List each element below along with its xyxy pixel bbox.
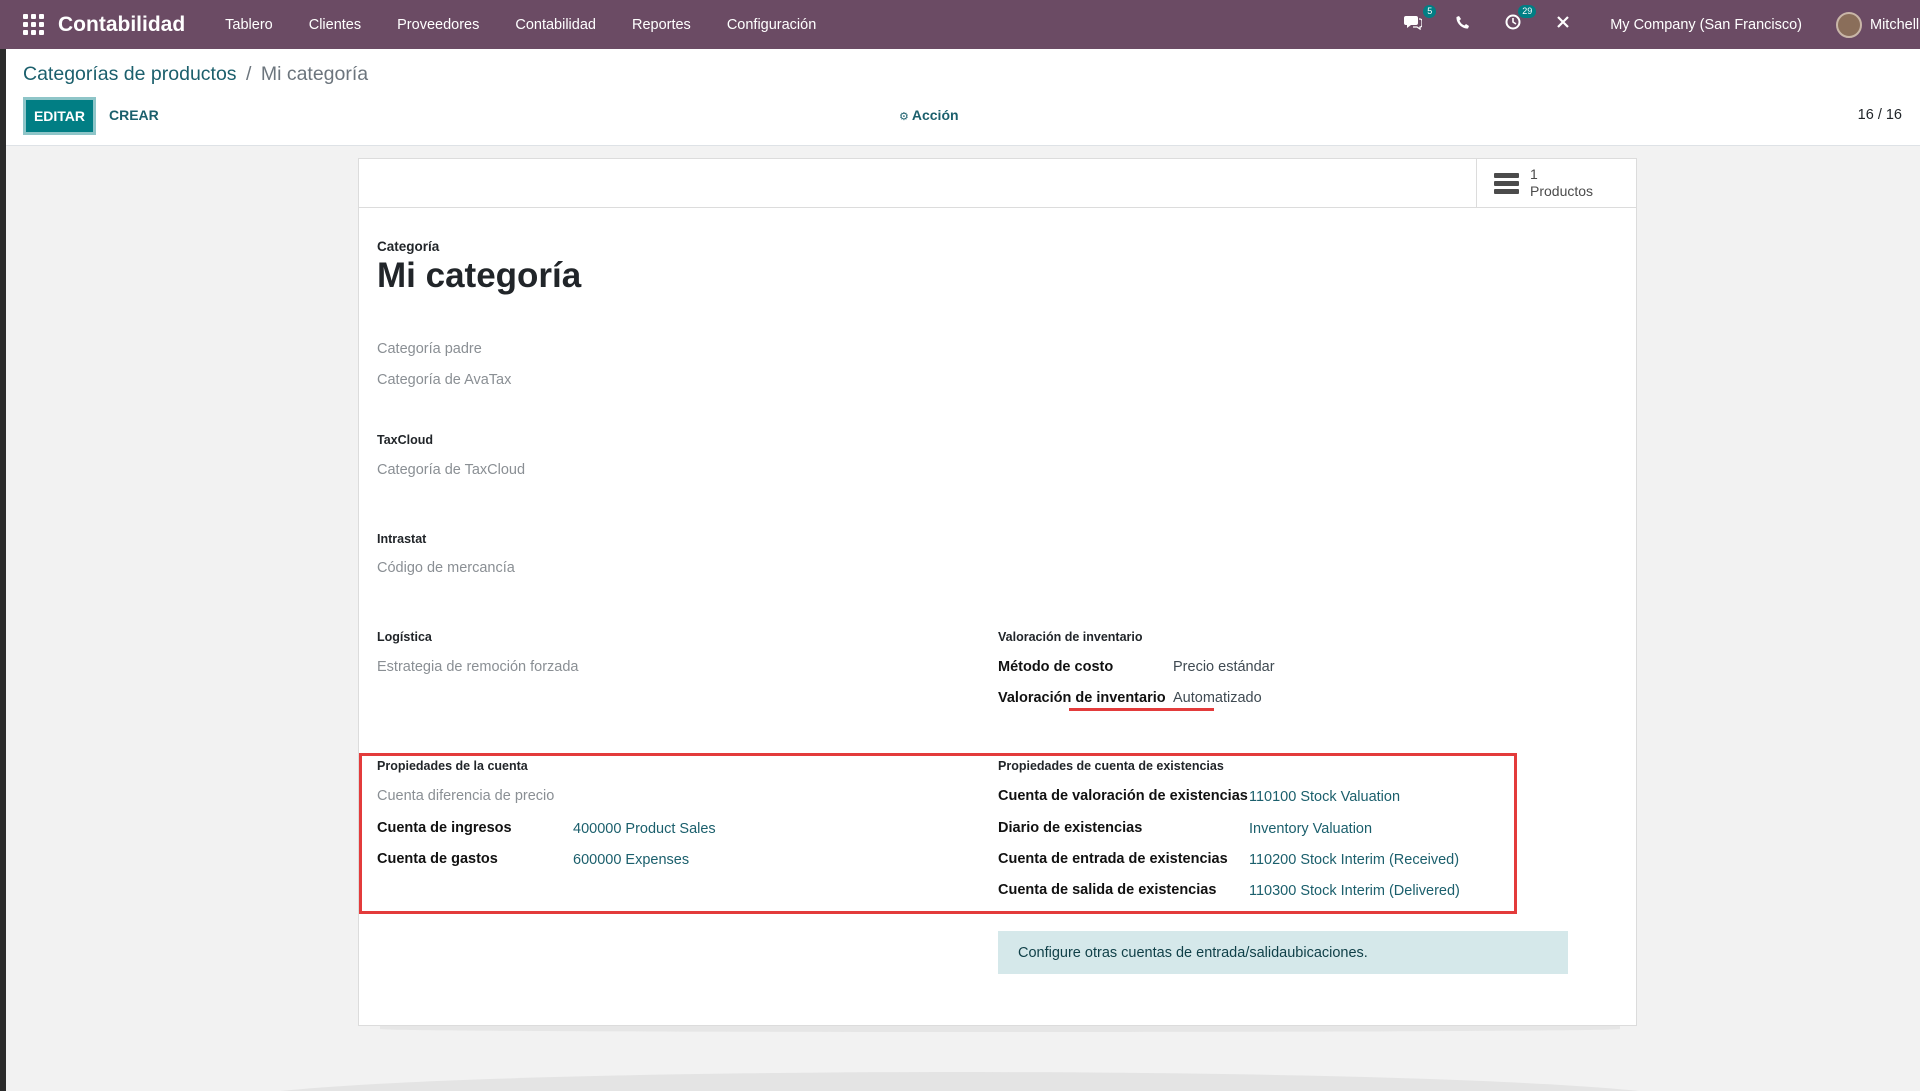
category-label: Categoría — [377, 239, 440, 254]
stock-valuation-account-value[interactable]: 110100 Stock Valuation — [1249, 789, 1400, 805]
company-switcher[interactable]: My Company (San Francisco) — [1610, 17, 1802, 33]
menu-contabilidad[interactable]: Contabilidad — [515, 17, 596, 33]
chat-icon[interactable]: 5 — [1402, 5, 1437, 35]
action-dropdown[interactable]: ⚙ Acción — [899, 107, 959, 123]
menu-clientes[interactable]: Clientes — [309, 17, 361, 33]
menu-proveedores[interactable]: Proveedores — [397, 17, 479, 33]
removal-strategy-field: Estrategia de remoción forzada — [377, 659, 579, 675]
cost-method-value: Precio estándar — [1173, 659, 1275, 675]
breadcrumb-parent[interactable]: Categorías de productos — [23, 63, 237, 85]
sheet-shadow — [380, 1026, 1620, 1032]
cost-method-label: Método de costo — [998, 659, 1114, 675]
products-label: Productos — [1530, 183, 1594, 199]
income-account-value[interactable]: 400000 Product Sales — [573, 821, 716, 837]
stock-valuation-account-label: Cuenta de valoración de existencias — [998, 788, 1248, 804]
products-stat-button[interactable]: 1 Productos — [1476, 159, 1636, 207]
breadcrumb: Categorías de productos / Mi categoría — [23, 63, 368, 86]
app-name[interactable]: Contabilidad — [58, 13, 185, 37]
edit-button[interactable]: EDITAR — [23, 97, 96, 135]
phone-icon[interactable] — [1452, 15, 1474, 34]
breadcrumb-separator: / — [245, 63, 252, 85]
valuation-title: Valoración de inventario — [998, 630, 1143, 644]
stock-output-account-value[interactable]: 110300 Stock Interim (Delivered) — [1249, 883, 1460, 899]
expense-account-label: Cuenta de gastos — [377, 851, 498, 867]
income-account-label: Cuenta de ingresos — [377, 820, 512, 836]
user-menu[interactable]: Mitchell Admin — [1870, 17, 1920, 33]
products-stat-text: 1 Productos — [1530, 166, 1593, 200]
inventory-valuation-value: Automatizado — [1173, 690, 1262, 706]
taxcloud-category-field: Categoría de TaxCloud — [377, 462, 526, 478]
parent-category-field: Categoría padre — [377, 341, 482, 357]
close-icon[interactable] — [1552, 15, 1574, 34]
pager[interactable]: 16 / 16 — [1858, 107, 1902, 123]
commodity-code-field: Código de mercancía — [377, 560, 515, 576]
navbar-right: 5 29 My Company (San Francisco) Mitchell… — [1388, 0, 1920, 49]
intrastat-title: Intrastat — [377, 532, 427, 546]
stock-output-account-label: Cuenta de salida de existencias — [998, 882, 1217, 898]
avatax-category-field: Categoría de AvaTax — [377, 372, 512, 388]
stock-input-account-label: Cuenta de entrada de existencias — [998, 851, 1228, 867]
window-left-edge — [0, 0, 6, 1091]
expense-account-value[interactable]: 600000 Expenses — [573, 852, 689, 868]
button-box: 1 Productos — [359, 159, 1636, 208]
gear-icon: ⚙ — [899, 111, 909, 123]
background-curve — [230, 1072, 1690, 1091]
create-button[interactable]: CREAR — [109, 107, 159, 123]
highlight-underline — [1069, 708, 1214, 711]
products-count: 1 — [1530, 166, 1538, 182]
configure-accounts-alert: Configure otras cuentas de entrada/salid… — [998, 931, 1568, 974]
menu-reportes[interactable]: Reportes — [632, 17, 691, 33]
apps-grid-icon[interactable] — [22, 14, 44, 36]
taxcloud-title: TaxCloud — [377, 433, 434, 447]
messages-badge: 5 — [1423, 5, 1437, 18]
menu-tablero[interactable]: Tablero — [225, 17, 273, 33]
activity-badge: 29 — [1518, 5, 1537, 18]
stock-journal-label: Diario de existencias — [998, 820, 1143, 836]
stock-input-account-value[interactable]: 110200 Stock Interim (Received) — [1249, 852, 1459, 868]
price-diff-account-field: Cuenta diferencia de precio — [377, 788, 555, 804]
inventory-valuation-label: Valoración de inventario — [998, 690, 1166, 706]
control-panel: Categorías de productos / Mi categoría E… — [6, 49, 1920, 146]
stock-props-title: Propiedades de cuenta de existencias — [998, 759, 1224, 773]
list-icon — [1494, 172, 1519, 194]
breadcrumb-current: Mi categoría — [260, 63, 369, 85]
stock-journal-value[interactable]: Inventory Valuation — [1249, 821, 1372, 837]
logistics-title: Logística — [377, 630, 432, 644]
user-avatar[interactable] — [1836, 11, 1862, 38]
activity-clock-icon[interactable]: 29 — [1502, 5, 1537, 35]
account-props-title: Propiedades de la cuenta — [377, 759, 528, 773]
menu-configuracion[interactable]: Configuración — [727, 17, 816, 33]
category-name: Mi categoría — [377, 256, 582, 295]
top-navbar: Contabilidad Tablero Clientes Proveedore… — [0, 0, 1920, 49]
form-sheet: 1 Productos Categoría Mi categoría Categ… — [358, 158, 1637, 1026]
action-label: Acción — [911, 107, 959, 123]
